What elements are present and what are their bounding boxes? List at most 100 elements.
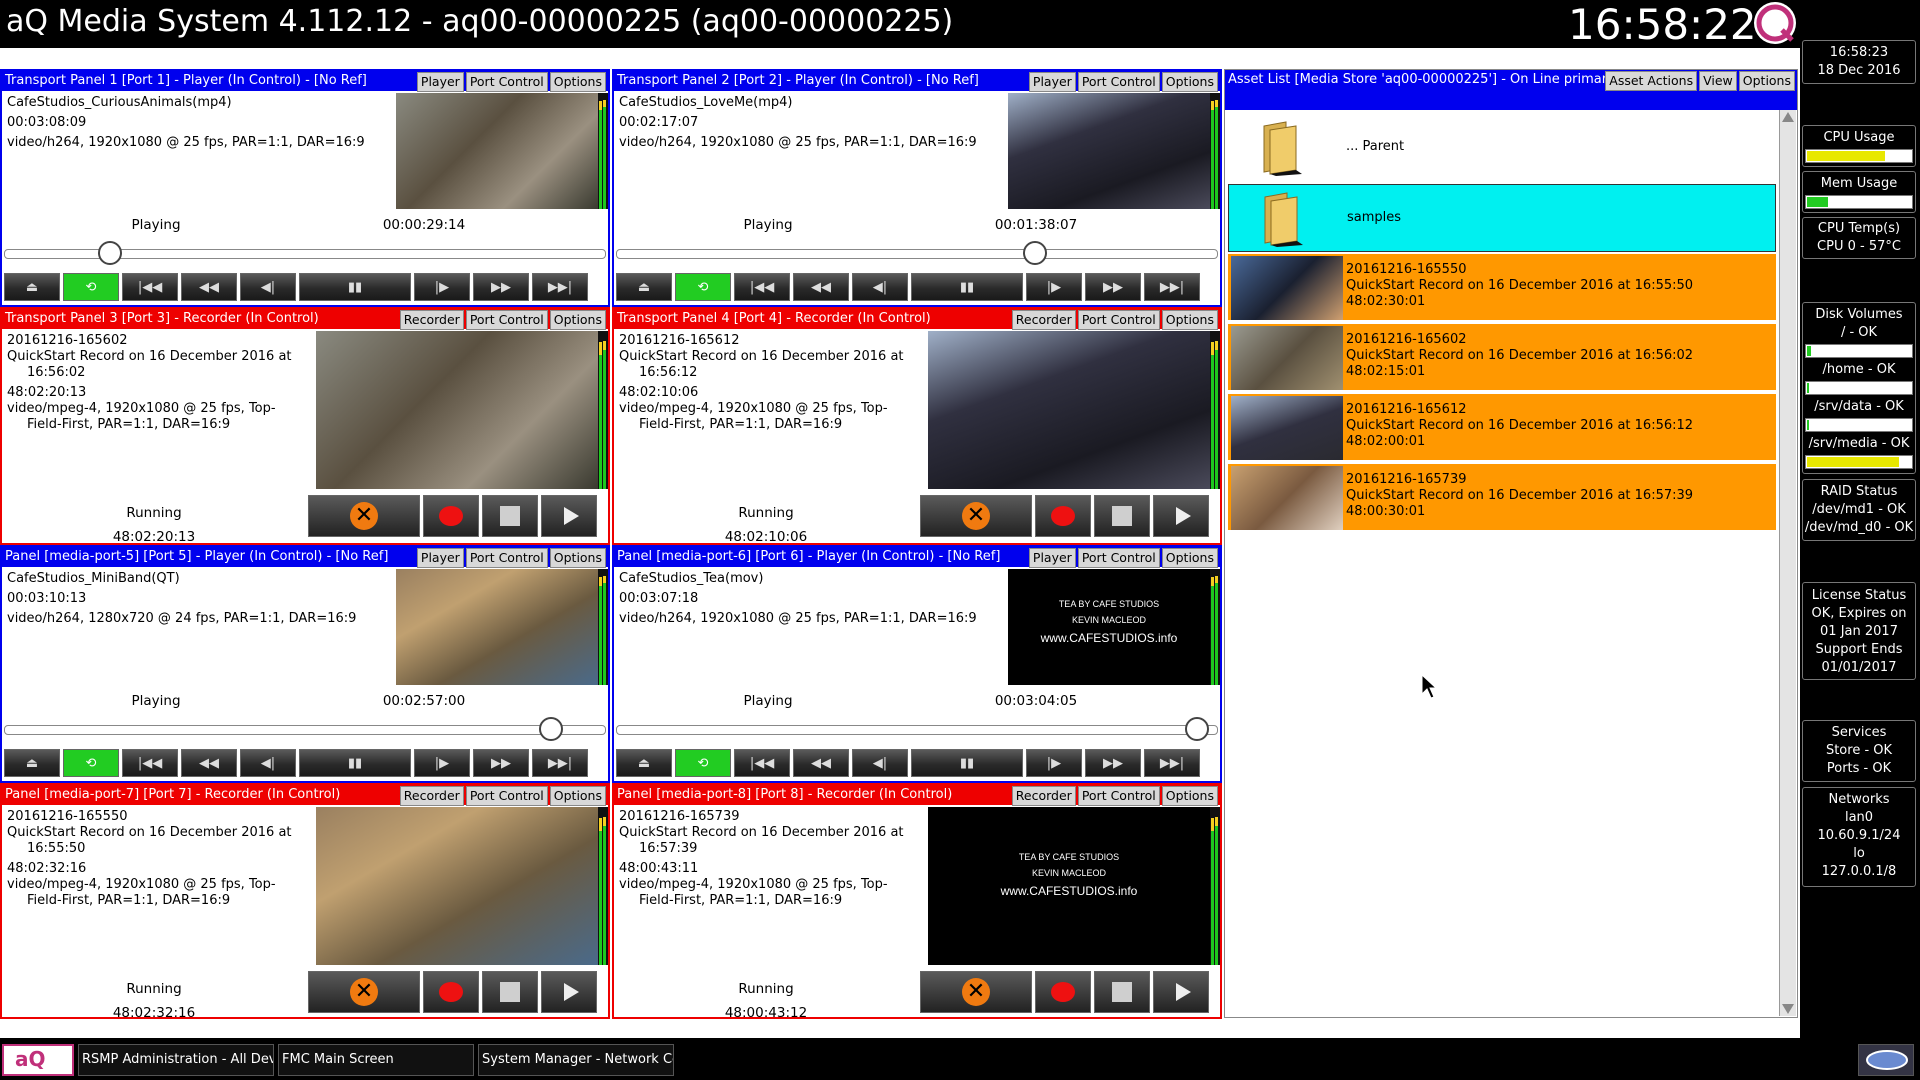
- play-button[interactable]: [541, 495, 597, 537]
- asset-row[interactable]: 20161216-165612 QuickStart Record on 16 …: [1228, 394, 1776, 462]
- panel-options-button[interactable]: Options: [549, 548, 606, 568]
- folder-row[interactable]: ... Parent: [1228, 114, 1776, 182]
- slider-knob[interactable]: [1185, 717, 1209, 741]
- license-status-box[interactable]: License Status OK, Expires on 01 Jan 201…: [1802, 582, 1916, 680]
- skip-to-start-button[interactable]: |◀◀: [122, 749, 178, 777]
- taskbar-item-system-manager[interactable]: System Manager - Network Co: [478, 1044, 674, 1076]
- mode-button[interactable]: Player: [416, 72, 464, 92]
- scroll-up-arrow-icon[interactable]: [1782, 112, 1794, 122]
- skip-to-start-button[interactable]: |◀◀: [734, 273, 790, 301]
- loop-button[interactable]: ⟲: [63, 273, 119, 301]
- cancel-button[interactable]: ✕: [920, 495, 1032, 537]
- step-back-button[interactable]: ◀|: [240, 749, 296, 777]
- panel-options-button[interactable]: Options: [549, 310, 606, 330]
- mode-button[interactable]: Player: [416, 548, 464, 568]
- position-slider[interactable]: [616, 241, 1218, 265]
- disk-volumes-box[interactable]: Disk Volumes / - OK /home - OK /srv/data…: [1802, 302, 1916, 474]
- cancel-button[interactable]: ✕: [308, 495, 420, 537]
- record-button[interactable]: [423, 495, 479, 537]
- mode-button[interactable]: Player: [1028, 72, 1076, 92]
- slider-knob[interactable]: [539, 717, 563, 741]
- play-button[interactable]: [1153, 971, 1209, 1013]
- slider-knob[interactable]: [1023, 241, 1047, 265]
- stop-button[interactable]: [1094, 495, 1150, 537]
- panel-options-button[interactable]: Options: [549, 786, 606, 806]
- record-button[interactable]: [1035, 495, 1091, 537]
- port-control-button[interactable]: Port Control: [465, 310, 548, 330]
- port-control-button[interactable]: Port Control: [465, 786, 548, 806]
- skip-to-end-button[interactable]: ▶▶|: [1144, 273, 1200, 301]
- pause-button[interactable]: ▮▮: [911, 749, 1023, 777]
- fast-forward-button[interactable]: ▶▶: [1085, 749, 1141, 777]
- start-menu-button[interactable]: aQ: [2, 1044, 74, 1076]
- loop-button[interactable]: ⟲: [63, 749, 119, 777]
- rewind-button[interactable]: ◀◀: [181, 273, 237, 301]
- port-control-button[interactable]: Port Control: [465, 548, 548, 568]
- play-button[interactable]: [541, 971, 597, 1013]
- step-forward-button[interactable]: |▶: [414, 749, 470, 777]
- fast-forward-button[interactable]: ▶▶: [473, 749, 529, 777]
- desktop-switcher-icon[interactable]: [1858, 1044, 1914, 1076]
- cancel-button[interactable]: ✕: [308, 971, 420, 1013]
- fast-forward-button[interactable]: ▶▶: [1085, 273, 1141, 301]
- fast-forward-button[interactable]: ▶▶: [473, 273, 529, 301]
- panel-options-button[interactable]: Options: [1161, 310, 1218, 330]
- cpu-temp-box[interactable]: CPU Temp(s) CPU 0 - 57°C: [1802, 217, 1916, 259]
- aq-logo-icon[interactable]: [1754, 2, 1796, 44]
- loop-button[interactable]: ⟲: [675, 273, 731, 301]
- stop-button[interactable]: [482, 971, 538, 1013]
- step-forward-button[interactable]: |▶: [1026, 273, 1082, 301]
- step-forward-button[interactable]: |▶: [414, 273, 470, 301]
- pause-button[interactable]: ▮▮: [299, 273, 411, 301]
- eject-button[interactable]: ⏏: [616, 749, 672, 777]
- port-control-button[interactable]: Port Control: [1077, 786, 1160, 806]
- mode-button[interactable]: Recorder: [1011, 310, 1076, 330]
- position-slider[interactable]: [4, 717, 606, 741]
- eject-button[interactable]: ⏏: [4, 273, 60, 301]
- networks-box[interactable]: Networks lan0 10.60.9.1/24 lo 127.0.0.1/…: [1802, 787, 1916, 887]
- panel-options-button[interactable]: Options: [1161, 72, 1218, 92]
- asset-row[interactable]: 20161216-165739 QuickStart Record on 16 …: [1228, 464, 1776, 532]
- step-back-button[interactable]: ◀|: [852, 273, 908, 301]
- rewind-button[interactable]: ◀◀: [793, 273, 849, 301]
- skip-to-start-button[interactable]: |◀◀: [734, 749, 790, 777]
- asset-row[interactable]: 20161216-165550 QuickStart Record on 16 …: [1228, 254, 1776, 322]
- scroll-down-arrow-icon[interactable]: [1782, 1004, 1794, 1014]
- cpu-usage-box[interactable]: CPU Usage: [1802, 125, 1916, 167]
- rewind-button[interactable]: ◀◀: [793, 749, 849, 777]
- panel-options-button[interactable]: Options: [549, 72, 606, 92]
- skip-to-end-button[interactable]: ▶▶|: [1144, 749, 1200, 777]
- skip-to-start-button[interactable]: |◀◀: [122, 273, 178, 301]
- panel-options-button[interactable]: Options: [1161, 548, 1218, 568]
- asset-actions-button[interactable]: Asset Actions: [1605, 71, 1698, 91]
- panel-options-button[interactable]: Options: [1161, 786, 1218, 806]
- asset-list-scrollbar[interactable]: [1779, 110, 1796, 1016]
- port-control-button[interactable]: Port Control: [1077, 310, 1160, 330]
- step-forward-button[interactable]: |▶: [1026, 749, 1082, 777]
- stop-button[interactable]: [482, 495, 538, 537]
- step-back-button[interactable]: ◀|: [852, 749, 908, 777]
- mode-button[interactable]: Recorder: [1011, 786, 1076, 806]
- services-box[interactable]: Services Store - OK Ports - OK: [1802, 720, 1916, 782]
- port-control-button[interactable]: Port Control: [1077, 548, 1160, 568]
- position-slider[interactable]: [616, 717, 1218, 741]
- pause-button[interactable]: ▮▮: [299, 749, 411, 777]
- mode-button[interactable]: Recorder: [399, 786, 464, 806]
- raid-status-box[interactable]: RAID Status /dev/md1 - OK /dev/md_d0 - O…: [1802, 479, 1916, 541]
- skip-to-end-button[interactable]: ▶▶|: [532, 273, 588, 301]
- view-button[interactable]: View: [1699, 71, 1737, 91]
- port-control-button[interactable]: Port Control: [1077, 72, 1160, 92]
- record-button[interactable]: [423, 971, 479, 1013]
- folder-row[interactable]: samples: [1228, 184, 1776, 252]
- port-control-button[interactable]: Port Control: [465, 72, 548, 92]
- taskbar-item-rsmp[interactable]: RSMP Administration - All Dev: [78, 1044, 274, 1076]
- mode-button[interactable]: Recorder: [399, 310, 464, 330]
- play-button[interactable]: [1153, 495, 1209, 537]
- pause-button[interactable]: ▮▮: [911, 273, 1023, 301]
- eject-button[interactable]: ⏏: [616, 273, 672, 301]
- stop-button[interactable]: [1094, 971, 1150, 1013]
- position-slider[interactable]: [4, 241, 606, 265]
- mem-usage-box[interactable]: Mem Usage: [1802, 171, 1916, 213]
- slider-knob[interactable]: [98, 241, 122, 265]
- eject-button[interactable]: ⏏: [4, 749, 60, 777]
